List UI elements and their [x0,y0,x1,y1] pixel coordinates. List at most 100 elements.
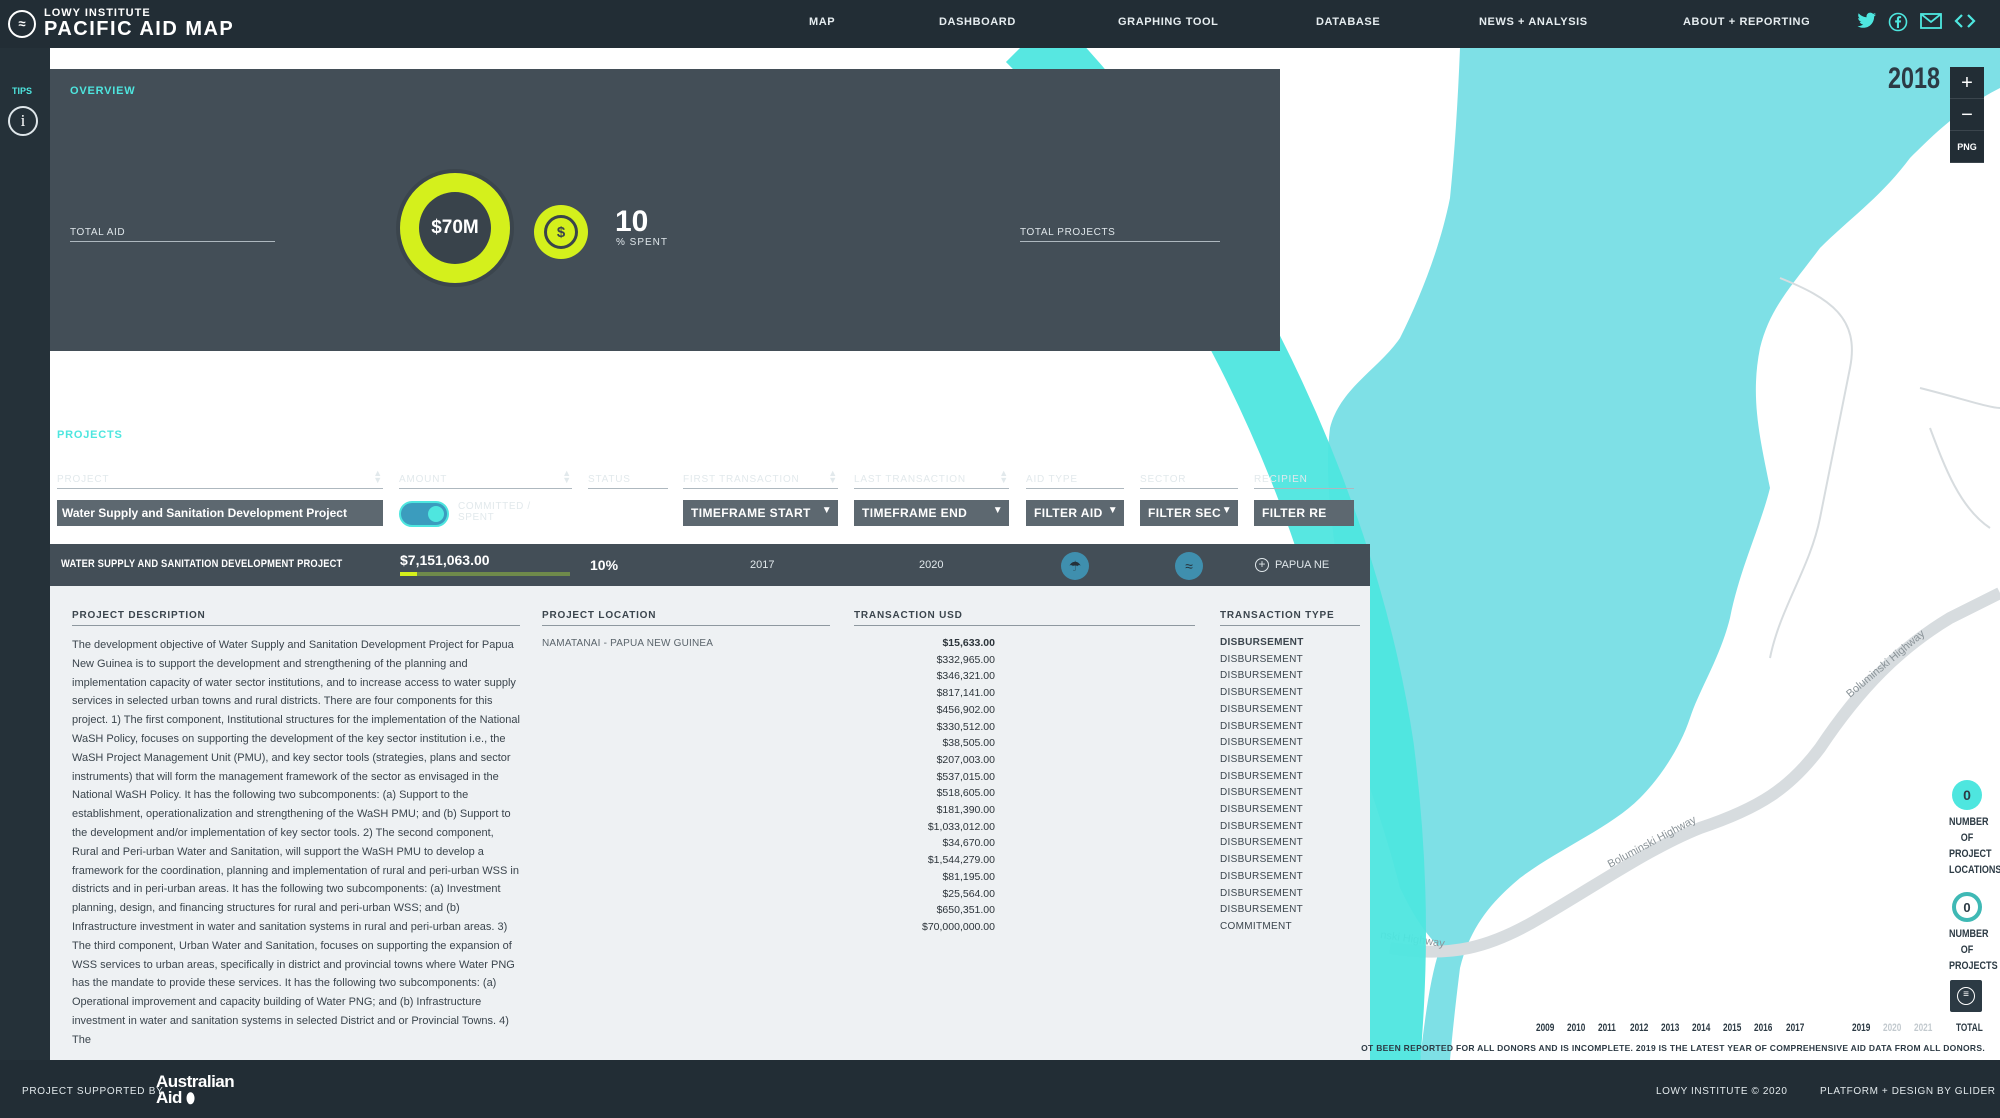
timeline-year[interactable]: 2020 [1883,1022,1901,1034]
timeline-year[interactable]: 2011 [1598,1022,1616,1034]
committed-spent-toggle[interactable] [399,501,449,527]
data-notice: OT BEEN REPORTED FOR ALL DONORS AND IS I… [1361,1043,1985,1053]
col-header-first-transaction[interactable]: FIRST TRANSACTION ▲ ▼ [683,469,838,489]
total-aid-label[interactable]: TOTAL AID [70,227,275,242]
col-header-last-transaction[interactable]: LAST TRANSACTION ▲ ▼ [854,469,1009,489]
top-navigation: ≈ LOWY INSTITUTE PACIFIC AID MAP MAP DAS… [0,0,2000,48]
nav-about-reporting[interactable]: ABOUT + REPORTING [1683,16,1810,28]
timeline-year[interactable]: 2010 [1567,1022,1585,1034]
row-last-transaction: 2020 [919,559,944,571]
transaction-type: DISBURSEMENT [1220,787,1304,799]
transaction-amount: $456,902.00 [936,703,995,716]
timeline-year[interactable]: 2016 [1754,1022,1772,1034]
filter-sector-select[interactable]: FILTER SEC ▼ [1140,500,1238,526]
timeline-year[interactable]: 2013 [1661,1022,1679,1034]
overview-title: OVERVIEW [70,85,136,97]
facebook-icon[interactable] [1888,12,1908,37]
total-aid-value: $70M [419,192,491,264]
list-view-button[interactable]: ≡ [1950,980,1982,1012]
sort-icon[interactable]: ▲ ▼ [373,469,383,485]
twitter-icon[interactable] [1857,12,1877,35]
timeframe-start-select[interactable]: TIMEFRAME START ▼ [683,500,838,526]
col-header-recipient: RECIPIEN [1254,474,1354,489]
transaction-amount: $207,003.00 [936,753,995,766]
road-label-1: Boluminski Highway [1606,814,1699,871]
total-projects-label[interactable]: TOTAL PROJECTS [1020,227,1220,242]
projects-title: PROJECTS [57,429,123,441]
timeline-year[interactable]: 2012 [1630,1022,1648,1034]
transaction-amount: $34,670.00 [942,837,995,850]
transaction-type: COMMITMENT [1220,920,1292,932]
transaction-type: DISBURSEMENT [1220,670,1304,682]
road-minor-2 [1919,387,2000,409]
transaction-type: DISBURSEMENT [1220,804,1304,815]
transaction-amount: $38,505.00 [942,737,995,750]
chevron-down-icon: ▼ [821,505,832,516]
row-recipient: + PAPUA NE [1255,558,1329,572]
transaction-type: DISBURSEMENT [1220,887,1304,899]
sort-icon[interactable]: ▲ ▼ [999,469,1009,485]
transaction-type: DISBURSEMENT [1220,770,1304,782]
mail-icon[interactable] [1920,12,1942,35]
transaction-type: DISBURSEMENT [1220,720,1304,732]
transaction-amount: $15,633.00 [942,637,995,649]
nav-news-analysis[interactable]: NEWS + ANALYSIS [1479,16,1588,28]
col-header-sector: SECTOR [1140,474,1238,489]
transaction-amount: $70,000,000.00 [922,920,995,933]
timeline-year[interactable]: 2017 [1786,1022,1804,1034]
transaction-amount: $25,564.00 [942,887,995,900]
transaction-type: DISBURSEMENT [1220,653,1304,665]
timeline-year[interactable]: 2014 [1692,1022,1710,1034]
stat-projects-label: NUMBER OF PROJECTS [1948,928,1998,972]
project-location: NAMATANAI - PAPUA NEW GUINEA [542,638,714,649]
sort-icon[interactable]: ▲ ▼ [828,469,838,485]
transaction-amount: $332,965.00 [936,653,995,666]
code-icon[interactable] [1954,12,1976,35]
zoom-controls: + − PNG [1950,67,1984,163]
zoom-out-button[interactable]: − [1950,99,1984,131]
road-minor-3 [1929,427,1991,529]
sector-water-icon: ≈ [1175,552,1203,580]
globe-logo-icon: ≈ [8,9,36,38]
australian-aid-logo[interactable]: Australian Aid ⬮ [156,1073,235,1106]
table-row[interactable]: WATER SUPPLY AND SANITATION DEVELOPMENT … [50,544,1370,586]
stat-projects: 0 NUMBER OF PROJECTS [1945,892,1998,974]
project-search-input[interactable]: Water Supply and Sanitation Development … [57,500,383,526]
plus-circle-icon[interactable]: + [1255,558,1269,572]
sea-area [1327,48,2000,1060]
filter-recipient-select[interactable]: FILTER RE [1254,500,1354,526]
filter-aid-select[interactable]: FILTER AID ▼ [1026,500,1124,526]
timeframe-end-select[interactable]: TIMEFRAME END ▼ [854,500,1009,526]
sort-icon[interactable]: ▲ ▼ [562,469,572,485]
timeline-year[interactable]: 2021 [1914,1022,1932,1034]
zoom-in-button[interactable]: + [1950,67,1984,99]
nav-map[interactable]: MAP [809,16,835,28]
transaction-amount: $81,195.00 [942,870,995,883]
nav-graphing-tool[interactable]: GRAPHING TOOL [1118,16,1219,28]
info-icon[interactable]: i [8,106,38,136]
projects-section: PROJECTS PROJECT ▲ ▼ AMOUNT ▲ ▼ STATUS FIRST… [50,418,1370,1060]
logo-line-2: PACIFIC AID MAP [44,18,235,40]
col-header-amount[interactable]: AMOUNT ▲ ▼ [399,469,572,489]
timeline-year[interactable]: 2009 [1536,1022,1554,1034]
timeline-year[interactable]: 2015 [1723,1022,1741,1034]
copyright: LOWY INSTITUTE © 2020 [1656,1086,1788,1097]
transaction-amount: $817,141.00 [936,687,995,700]
col-header-aid-type: AID TYPE [1026,474,1124,489]
site-logo[interactable]: ≈ LOWY INSTITUTE PACIFIC AID MAP [8,8,234,39]
timeline-year[interactable]: 2019 [1852,1022,1870,1034]
col-header-project[interactable]: PROJECT ▲ ▼ [57,469,383,489]
left-rail: TIPS i [0,48,50,1060]
platform-credit[interactable]: PLATFORM + DESIGN BY GLIDER [1820,1086,1996,1097]
transaction-amount: $1,544,279.00 [927,854,995,867]
nav-database[interactable]: DATABASE [1316,16,1380,28]
detail-header-location: PROJECT LOCATION [542,610,830,626]
stat-project-locations: 0 NUMBER OF PROJECT LOCATIONS [1945,780,2000,878]
nav-dashboard[interactable]: DASHBOARD [939,16,1016,28]
transaction-type: DISBURSEMENT [1220,870,1304,882]
png-export-button[interactable]: PNG [1950,131,1984,163]
toggle-label: COMMITTED / SPENT [458,501,531,523]
spent-dollar-icon: $ [534,205,588,259]
timeline-year[interactable]: TOTAL [1956,1022,1983,1034]
aid-type-icon: ☂ [1061,552,1089,580]
